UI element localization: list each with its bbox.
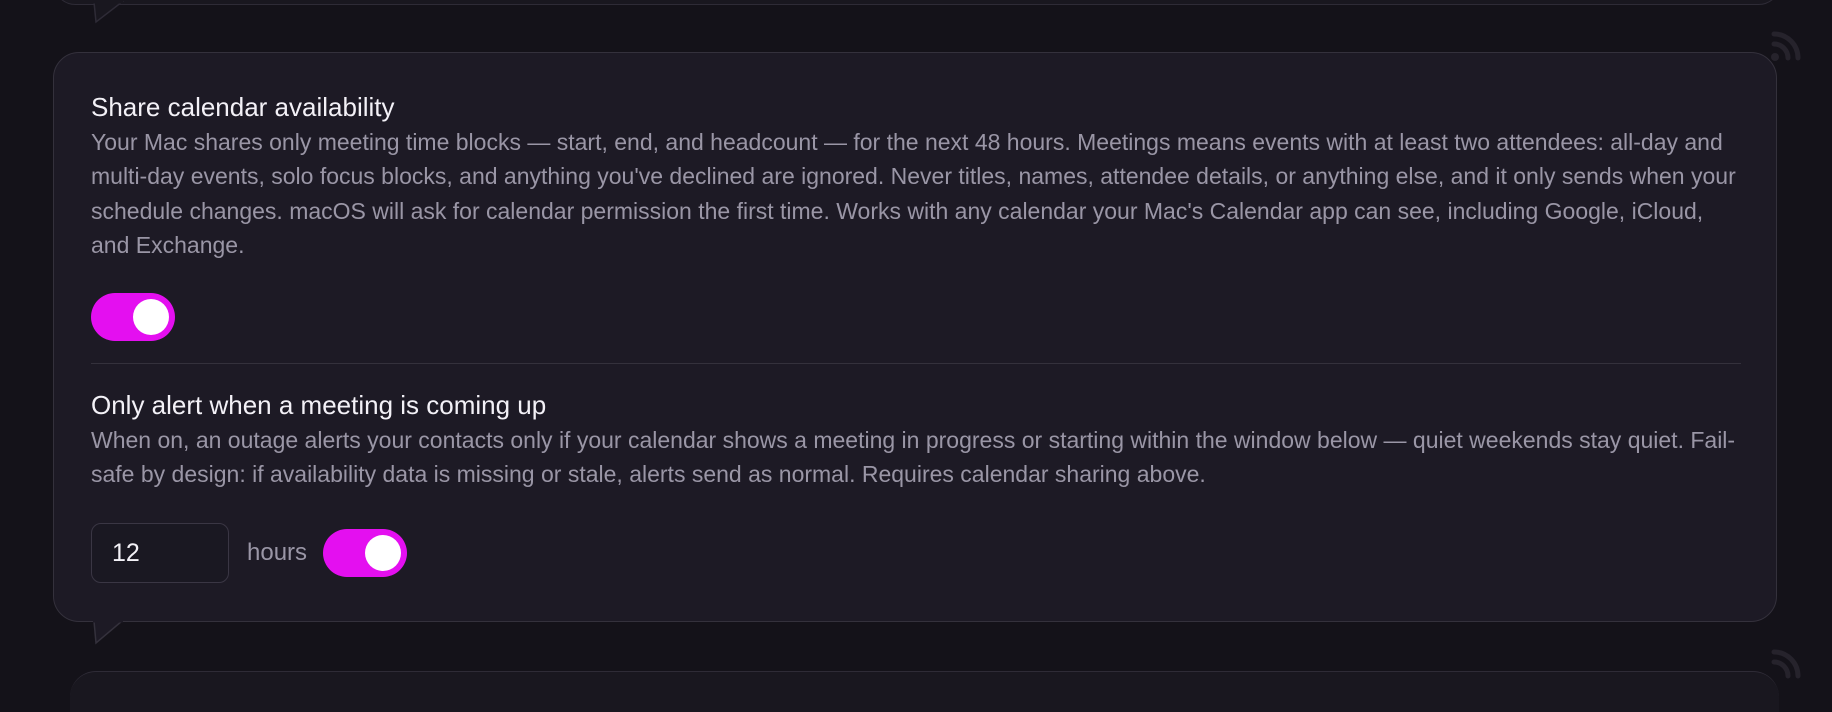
settings-card: Share calendar availability Your Mac sha…	[53, 52, 1777, 622]
calendar-sharing-description: Your Mac shares only meeting time blocks…	[91, 129, 1736, 258]
previous-card-tail	[93, 0, 124, 24]
calendar-sharing-title: Share calendar availability	[91, 92, 395, 122]
hours-input[interactable]	[91, 523, 229, 583]
toggle-knob	[365, 535, 401, 571]
toggle-knob	[133, 299, 169, 335]
section-divider	[91, 363, 1741, 364]
next-card	[70, 671, 1779, 712]
calendar-sharing-section: Share calendar availability Your Mac sha…	[91, 91, 1741, 262]
meeting-alert-description: When on, an outage alerts your contacts …	[91, 427, 1736, 488]
feed-icon	[1771, 649, 1801, 679]
meeting-alert-title: Only alert when a meeting is coming up	[91, 390, 547, 420]
meeting-alert-section: Only alert when a meeting is coming up W…	[91, 389, 1741, 492]
meeting-alert-toggle[interactable]	[323, 529, 407, 577]
feed-icon	[1771, 31, 1801, 61]
previous-card	[53, 0, 1781, 5]
hours-unit-label: hours	[247, 539, 308, 566]
speech-tail-icon	[93, 621, 123, 645]
calendar-sharing-toggle[interactable]	[91, 293, 175, 341]
